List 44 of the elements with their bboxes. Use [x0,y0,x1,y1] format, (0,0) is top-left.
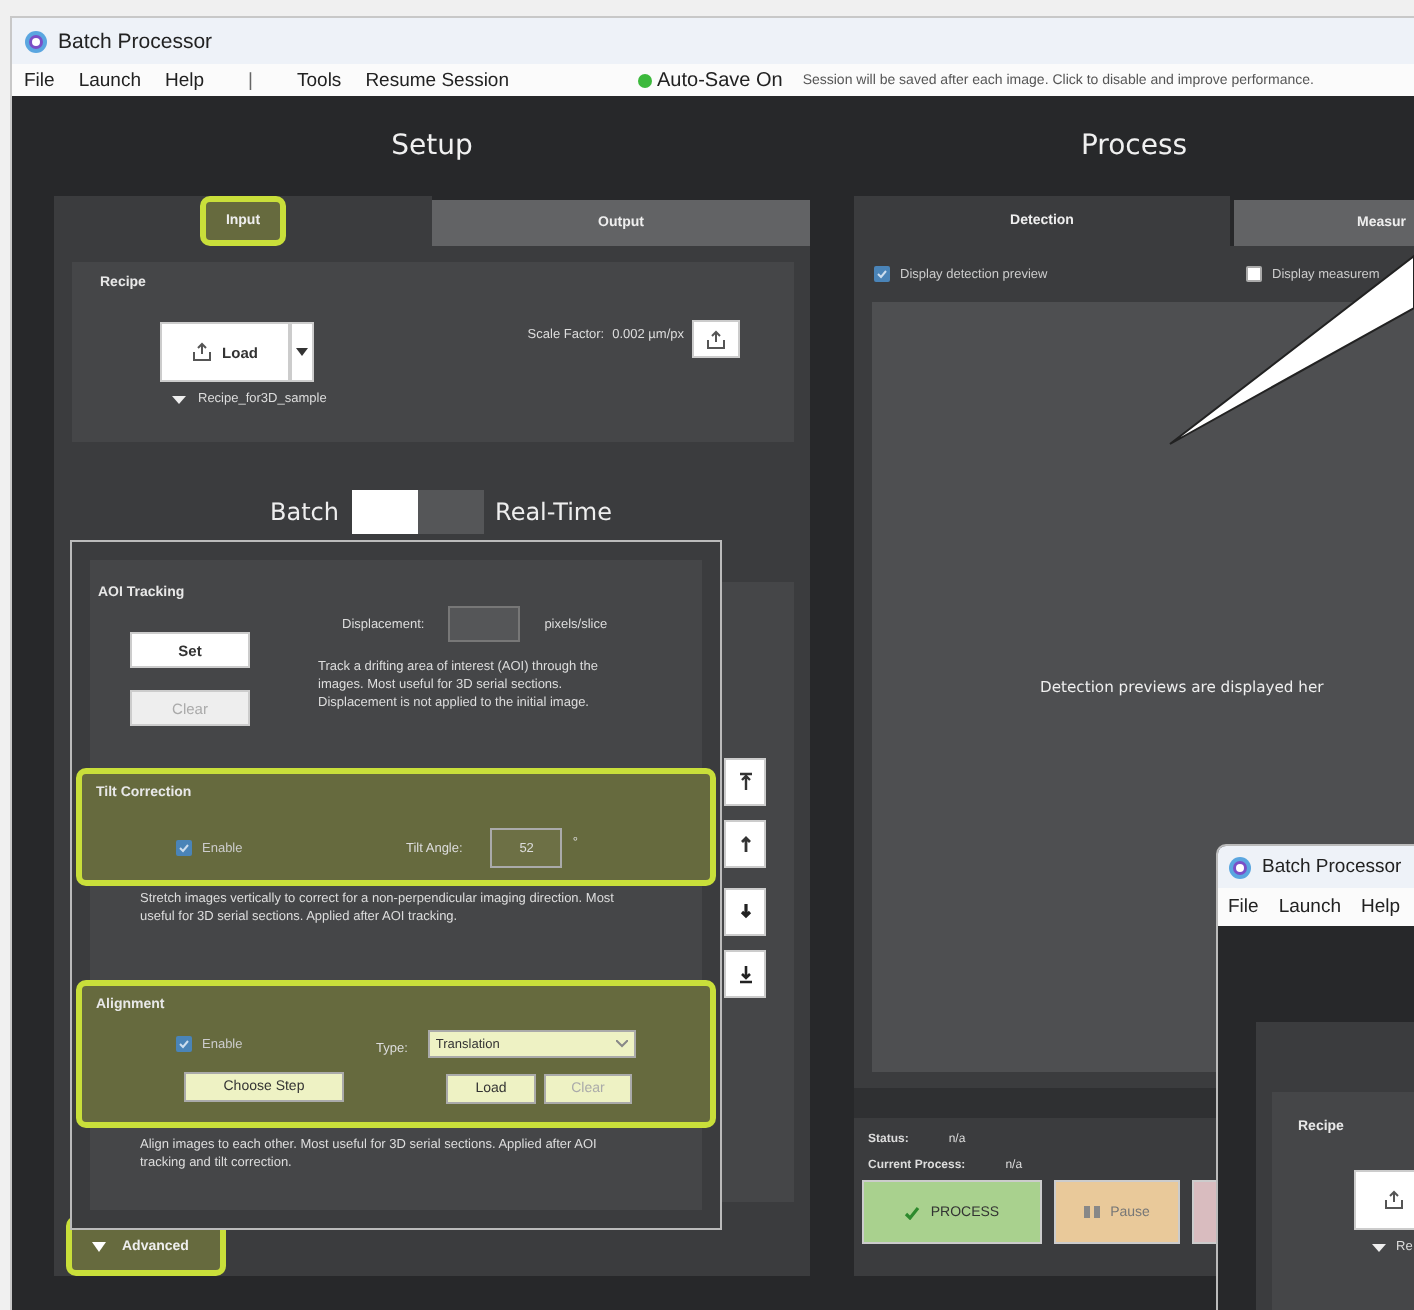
caret-icon [172,395,186,403]
check-icon [904,1205,921,1219]
window-title: Batch Processor [58,29,213,53]
menu-item[interactable]: Launch [78,69,141,91]
checkbox[interactable] [176,1036,192,1052]
window-title: Batch Processor [1262,856,1402,878]
menu-item[interactable]: Help [164,69,205,91]
scale-button[interactable] [692,320,740,358]
menu-item[interactable]: Launch [1278,896,1341,918]
app-logo-icon [1228,855,1252,879]
caret-icon [296,348,308,356]
arrow-to-top-icon [737,772,753,792]
dropdown-button[interactable] [290,322,314,382]
section-title: Setup [389,128,475,166]
mode-toggle[interactable] [351,490,484,534]
menu-item[interactable]: File [24,69,55,91]
menu-item[interactable]: Tools [297,69,342,91]
checkbox[interactable] [176,840,192,856]
displacement-field[interactable] [448,606,521,642]
app-logo-icon [24,29,48,53]
pause-icon [1084,1206,1101,1218]
load-button[interactable] [1354,1170,1414,1230]
section-title: Process [1078,128,1190,166]
upload-icon [192,342,213,362]
upload-icon [706,329,726,349]
arrow-to-bottom-icon [737,964,753,984]
mode-label: Batch [270,498,340,526]
move-button[interactable] [724,888,766,936]
mode-label: Real-Time [495,498,612,526]
move-button[interactable] [724,758,766,806]
checkbox[interactable] [1246,266,1262,282]
upload-icon [1384,1190,1404,1210]
move-button[interactable] [724,820,766,868]
arrow-up-icon [737,834,753,854]
checkbox[interactable] [874,266,890,282]
arrow-down-icon [737,902,753,922]
menu-item[interactable]: File [1228,896,1259,918]
chevron-icon [615,1040,628,1048]
caret-icon [1372,1243,1386,1251]
menu-item[interactable]: Resume Session [365,69,509,91]
menu-separator: | [248,69,253,91]
move-button[interactable] [724,950,766,998]
autosave-toggle[interactable]: Auto-Save On [657,69,783,91]
menu-item[interactable]: Help [1360,896,1401,918]
